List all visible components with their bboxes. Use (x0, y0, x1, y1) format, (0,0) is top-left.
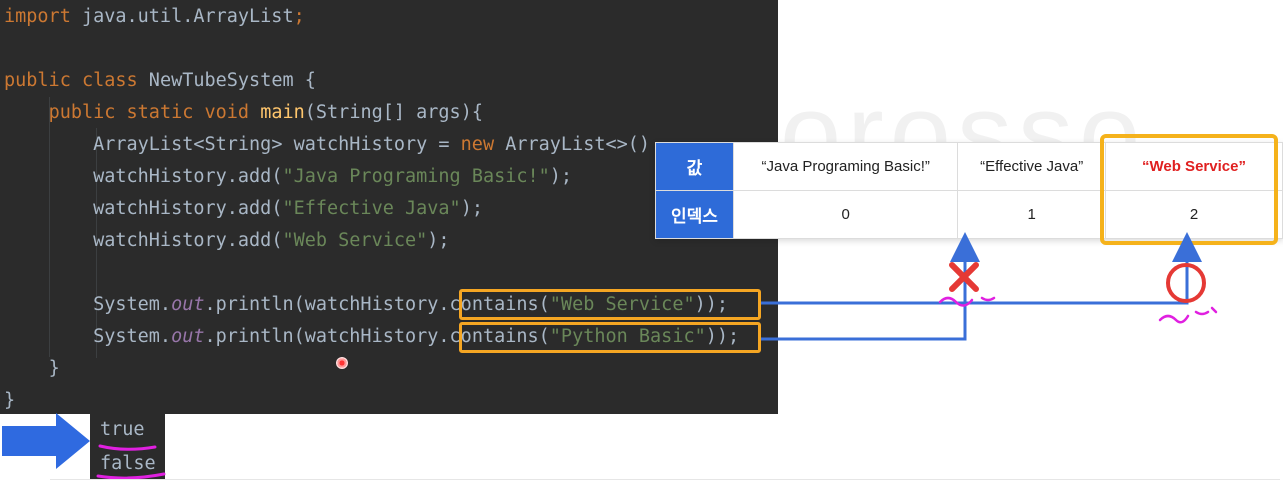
annotation-overlay (2, 232, 1218, 480)
arrow-right-icon (2, 413, 90, 469)
connector-line-true (761, 232, 1202, 305)
divider (50, 479, 1280, 480)
connector-line-false (761, 232, 980, 341)
output-underline (96, 444, 166, 480)
